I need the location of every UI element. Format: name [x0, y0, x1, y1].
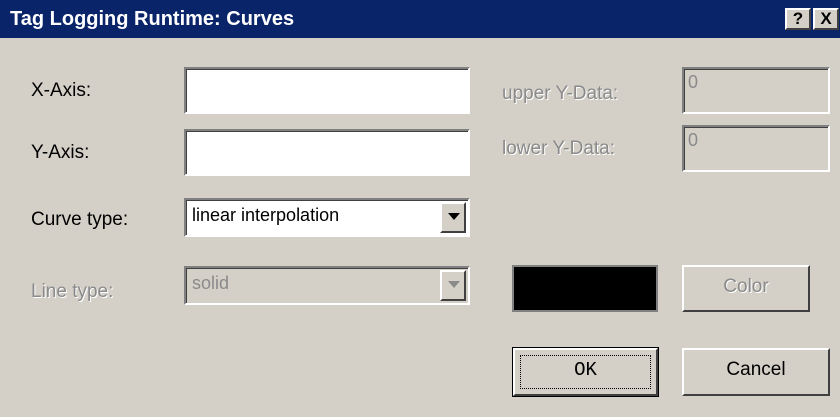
curve-type-select[interactable]: linear interpolation	[183, 197, 471, 238]
curve-type-dropdown-button[interactable]	[440, 202, 466, 233]
curve-type-value: linear interpolation	[192, 205, 340, 225]
color-button-label: Color	[723, 276, 769, 297]
y-axis-label: Y-Axis:	[31, 142, 90, 163]
lower-y-data-label: lower Y-Data:	[502, 138, 616, 159]
cancel-button-label: Cancel	[726, 359, 786, 380]
chevron-down-icon	[448, 281, 460, 288]
color-button[interactable]: Color	[682, 265, 810, 312]
upper-y-data-input[interactable]: 0	[681, 66, 831, 115]
y-axis-input[interactable]	[183, 128, 471, 177]
curves-dialog: Tag Logging Runtime: Curves ? X X-Axis: …	[0, 0, 840, 417]
chevron-down-icon	[448, 213, 460, 220]
ok-button[interactable]: OK	[512, 347, 659, 397]
title-bar[interactable]: Tag Logging Runtime: Curves ? X	[0, 0, 840, 38]
line-type-select[interactable]: solid	[183, 265, 471, 306]
curve-type-label: Curve type:	[31, 209, 129, 230]
line-type-dropdown-button[interactable]	[440, 270, 466, 301]
help-button[interactable]: ?	[785, 8, 811, 30]
line-type-value: solid	[192, 273, 230, 293]
close-button[interactable]: X	[813, 8, 839, 30]
ok-button-label: OK	[574, 359, 597, 381]
line-type-label: Line type:	[31, 281, 114, 302]
upper-y-data-label: upper Y-Data:	[502, 83, 619, 104]
color-swatch	[512, 265, 658, 312]
window-title: Tag Logging Runtime: Curves	[10, 8, 295, 30]
cancel-button[interactable]: Cancel	[682, 348, 830, 396]
lower-y-data-input[interactable]: 0	[681, 124, 831, 173]
x-axis-label: X-Axis:	[31, 80, 92, 101]
x-axis-input[interactable]	[183, 66, 471, 115]
